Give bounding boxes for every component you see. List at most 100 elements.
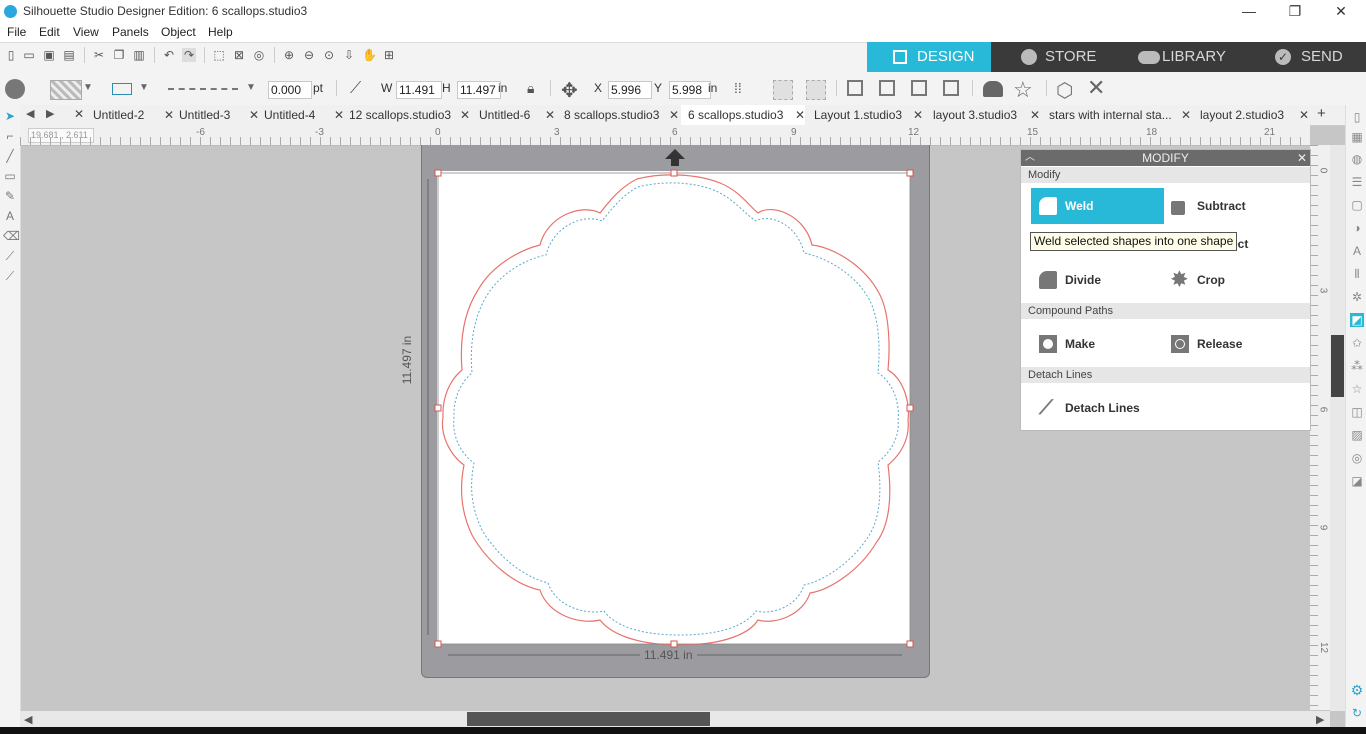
scroll-left-arrow-icon[interactable]: ◀ — [24, 713, 32, 726]
group-icon[interactable] — [773, 80, 793, 100]
vertical-scroll-thumb[interactable] — [1331, 335, 1344, 397]
node-edit-icon[interactable]: ⌐ — [3, 129, 17, 143]
open-file-icon[interactable]: ▭ — [22, 48, 36, 62]
transform-icon[interactable]: ▢ — [1350, 198, 1364, 212]
selection-handle[interactable] — [906, 404, 914, 412]
grid-settings-icon[interactable]: ▦ — [1350, 130, 1364, 144]
chevron-down-icon[interactable]: ▼ — [139, 82, 149, 93]
doc-tab[interactable]: 12 scallops.studio3 ✕ — [344, 105, 470, 125]
zoom-out-icon[interactable]: ⊖ — [302, 48, 316, 62]
fill-palette-icon[interactable] — [5, 79, 25, 99]
sketch-star-icon[interactable]: ☆ — [1350, 382, 1364, 396]
tab-close-icon[interactable]: ✕ — [795, 105, 805, 125]
horizontal-scrollbar[interactable]: ◀ ▶ — [20, 711, 1330, 727]
line-tool-icon[interactable]: ╱ — [3, 149, 17, 163]
line-width-field[interactable]: 0.000 — [268, 81, 312, 99]
cut-icon[interactable]: ✂ — [92, 48, 106, 62]
doc-tab[interactable]: Untitled-6 ✕ — [470, 105, 555, 125]
crop-button[interactable]: ✸ Crop — [1163, 262, 1303, 298]
tab-close-icon[interactable]: ✕ — [1299, 105, 1309, 125]
hatch-icon[interactable]: ▨ — [1350, 428, 1364, 442]
design-canvas-svg[interactable] — [420, 165, 930, 665]
trace-icon[interactable]: ⁂ — [1350, 359, 1364, 373]
close-window-button[interactable]: ✕ — [1318, 0, 1364, 24]
eraser-icon[interactable]: ⌫ — [3, 229, 20, 243]
tab-close-icon[interactable]: ✕ — [460, 105, 470, 125]
tab-close-icon[interactable]: ✕ — [334, 105, 344, 125]
page-setup-icon[interactable]: ▯ — [1350, 110, 1364, 124]
new-file-icon[interactable]: ▯ — [4, 48, 18, 62]
replicate-icon[interactable]: ✲ — [1350, 290, 1364, 304]
gradient-icon[interactable]: ◑ — [1350, 221, 1364, 235]
tab-close-icon[interactable]: ✕ — [249, 105, 259, 125]
collapse-chevron-icon[interactable]: ︿ — [1025, 150, 1035, 166]
weld-button[interactable]: Weld — [1031, 188, 1164, 224]
zoom-fit-icon[interactable]: ⊙ — [322, 48, 336, 62]
bring-to-front-icon[interactable] — [847, 80, 863, 96]
nav-tab-design[interactable]: DESIGN — [867, 42, 991, 72]
add-tab-button[interactable]: + — [1317, 105, 1326, 122]
line-color-swatch[interactable] — [112, 83, 132, 95]
horizontal-scroll-thumb[interactable] — [467, 712, 710, 726]
globe-icon[interactable]: ◎ — [1350, 451, 1364, 465]
tab-close-button[interactable]: ✕ — [74, 107, 84, 121]
doc-tab[interactable]: Untitled-3 ✕ — [174, 105, 259, 125]
selection-handle[interactable] — [906, 640, 914, 648]
doc-tab-active[interactable]: 6 scallops.studio3 ✕ — [681, 105, 805, 125]
selection-handle[interactable] — [670, 640, 678, 648]
star-icon[interactable]: ☆ — [1013, 77, 1033, 103]
detach-lines-button[interactable]: ⟋ Detach Lines — [1031, 390, 1231, 426]
rectangle-tool-icon[interactable]: ▭ — [3, 169, 17, 183]
tab-close-icon[interactable]: ✕ — [164, 105, 174, 125]
width-field[interactable]: 11.491 — [396, 81, 442, 99]
fit-page-icon[interactable]: ⊞ — [382, 48, 396, 62]
tab-close-icon[interactable]: ✕ — [669, 105, 679, 125]
doc-tab[interactable]: Untitled-4 ✕ — [259, 105, 344, 125]
text-style-icon[interactable]: A — [1350, 244, 1364, 258]
send-backward-icon[interactable] — [943, 80, 959, 96]
selection-handle[interactable] — [906, 169, 914, 177]
doc-tab[interactable]: stars with internal sta... ✕ — [1040, 105, 1191, 125]
fill-pattern-swatch[interactable] — [50, 80, 82, 100]
menu-view[interactable]: View — [73, 25, 99, 39]
chevron-down-icon[interactable]: ▼ — [83, 82, 93, 93]
release-compound-button[interactable]: Release — [1163, 326, 1303, 362]
offset-star-icon[interactable]: ✩ — [1350, 336, 1364, 350]
layers-icon[interactable]: ◫ — [1350, 405, 1364, 419]
library-icon[interactable]: ◪ — [1350, 474, 1364, 488]
line-style-icon[interactable]: ☰ — [1350, 175, 1364, 189]
save-icon[interactable]: ▣ — [42, 48, 56, 62]
redo-icon[interactable]: ↷ — [182, 48, 196, 62]
text-tool-icon[interactable]: A — [3, 209, 17, 223]
restore-button[interactable]: ❐ — [1272, 0, 1318, 24]
select-all-icon[interactable]: ⬚ — [212, 48, 226, 62]
tab-next-button[interactable]: ▶ — [46, 107, 54, 120]
close-x-icon[interactable]: ✕ — [1087, 75, 1105, 101]
nav-tab-send[interactable]: ✓ SEND — [1241, 42, 1366, 72]
subtract-button[interactable]: Subtract — [1163, 188, 1303, 224]
y-field[interactable]: 5.998 — [669, 81, 711, 99]
knife-icon[interactable]: ⟋ — [3, 249, 17, 263]
doc-tab[interactable]: layout 2.studio3 ✕ — [1191, 105, 1309, 125]
move-down-icon[interactable]: ⇩ — [342, 48, 356, 62]
selection-handle[interactable] — [434, 640, 442, 648]
select-by-color-icon[interactable]: ◎ — [252, 48, 266, 62]
lock-icon[interactable]: 🔒︎ — [527, 80, 541, 96]
3d-box-icon[interactable]: ⬡ — [1056, 78, 1073, 103]
draw-tool-icon[interactable]: ✎ — [3, 189, 17, 203]
selection-handle[interactable] — [434, 404, 442, 412]
vertical-scrollbar[interactable] — [1330, 145, 1345, 711]
close-panel-icon[interactable]: ✕ — [1297, 150, 1307, 166]
undo-icon[interactable]: ↶ — [162, 48, 176, 62]
doc-tab[interactable]: Layout 1.studio3 ✕ — [805, 105, 923, 125]
chevron-down-icon[interactable]: ▼ — [246, 82, 256, 93]
nav-tab-store[interactable]: STORE — [991, 42, 1116, 72]
doc-tab[interactable]: layout 3.studio3 ✕ — [923, 105, 1040, 125]
divide-button[interactable]: Divide — [1031, 262, 1164, 298]
menu-object[interactable]: Object — [161, 25, 196, 39]
print-icon[interactable]: ▤ — [62, 48, 76, 62]
scallop-cut-line[interactable] — [441, 174, 910, 646]
doc-tab[interactable]: 8 scallops.studio3 ✕ — [555, 105, 679, 125]
position-grid-icon[interactable]: ⁞⁞ — [734, 80, 752, 98]
weld-shape-icon[interactable] — [983, 81, 1003, 97]
